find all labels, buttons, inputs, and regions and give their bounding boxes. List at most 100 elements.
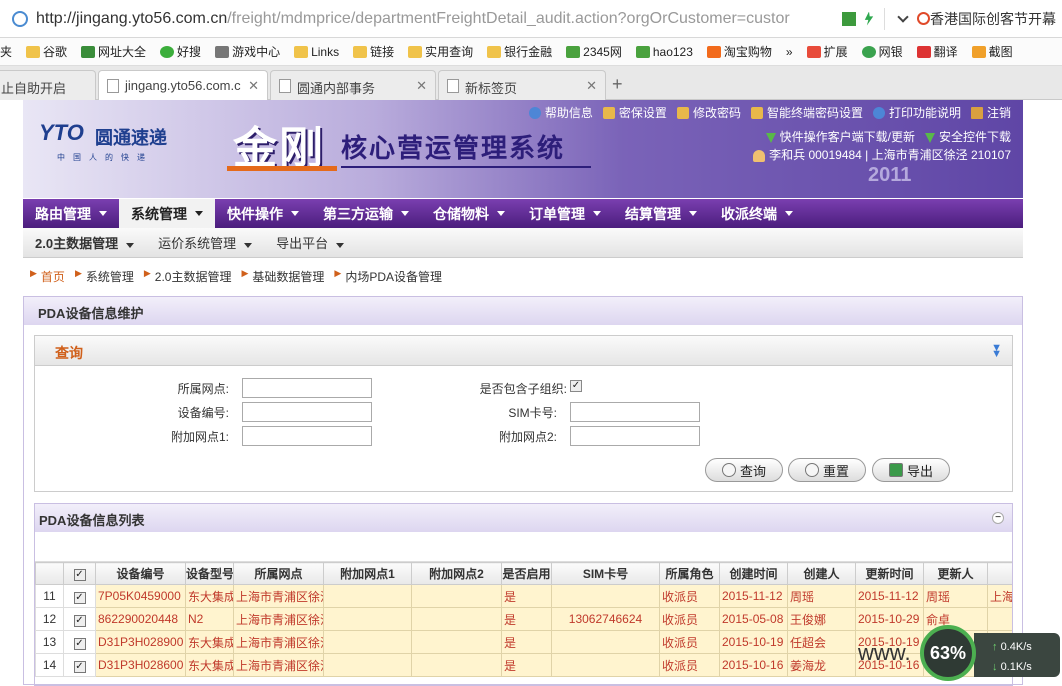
nav-warehouse[interactable]: 仓储物料 xyxy=(421,199,517,228)
column-header[interactable]: 附加网点1 xyxy=(323,562,412,585)
bookmark-item[interactable]: 网址大全 xyxy=(81,43,146,60)
subnav-master-data[interactable]: 2.0主数据管理 xyxy=(23,233,146,252)
nav-system[interactable]: 系统管理 xyxy=(119,199,215,228)
column-header[interactable]: 附加网点2 xyxy=(411,562,502,585)
search-box[interactable]: 香港国际创客节开幕 xyxy=(930,9,1060,29)
bookmark-item[interactable]: 实用查询 xyxy=(408,43,473,60)
column-header[interactable]: 设备型号 xyxy=(185,562,234,585)
column-header[interactable]: 创建时间 xyxy=(719,562,788,585)
breadcrumb-item[interactable]: 基础数据管理 xyxy=(252,268,324,285)
double-chevron-down-icon[interactable]: ▼ ▼ xyxy=(991,343,1002,360)
bookmark-item[interactable]: 夹 xyxy=(0,43,12,60)
change-password-link[interactable]: 修改密码 xyxy=(676,104,741,121)
column-header[interactable]: SIM卡号 xyxy=(551,562,660,585)
chevron-down-icon[interactable] xyxy=(897,10,909,23)
more-bookmarks-button[interactable]: » xyxy=(786,45,793,59)
close-icon[interactable]: ✕ xyxy=(586,78,597,94)
collapse-icon[interactable]: − xyxy=(992,512,1004,524)
column-header[interactable] xyxy=(987,562,1012,585)
close-icon[interactable]: ✕ xyxy=(416,78,427,94)
export-button[interactable]: 导出 xyxy=(872,458,950,482)
search-button[interactable]: 查询 xyxy=(705,458,783,482)
browser-tab[interactable]: 新标签页 ✕ xyxy=(438,70,606,100)
house-icon xyxy=(635,45,650,58)
search-icon[interactable] xyxy=(917,12,930,25)
bookmark-item[interactable]: 游戏中心 xyxy=(215,43,280,60)
compat-mode-icon[interactable] xyxy=(842,11,856,26)
row-checkbox[interactable]: ✓ xyxy=(73,614,86,627)
bookmark-item[interactable]: 扩展 xyxy=(806,43,848,60)
subnav-pricing[interactable]: 运价系统管理 xyxy=(146,233,264,252)
site-header: YTO 圆通速递 中国人的快递 金刚 核心营运管理系统 2011 帮助信息 密保… xyxy=(23,100,1023,198)
row-checkbox[interactable]: ✓ xyxy=(73,591,86,604)
arrow-right-icon: ▶ xyxy=(30,268,37,278)
site-2345-icon xyxy=(566,45,581,58)
print-help-link[interactable]: 打印功能说明 xyxy=(872,104,961,121)
column-header[interactable]: 所属网点 xyxy=(233,562,324,585)
breadcrumb-item[interactable]: 2.0主数据管理 xyxy=(155,268,232,285)
bookmark-item[interactable]: 网银 xyxy=(861,43,903,60)
table-row[interactable]: 12 ✓ 862290020448 N2 上海市青浦区徐泾 是 13062746… xyxy=(35,607,1012,631)
nav-routing[interactable]: 路由管理 xyxy=(23,199,119,228)
sub-nav: 2.0主数据管理 运价系统管理 导出平台 xyxy=(23,228,1023,258)
bookmark-item[interactable]: 银行金融 xyxy=(487,43,552,60)
new-tab-button[interactable]: + xyxy=(612,74,623,95)
memory-usage-ring[interactable]: 63% xyxy=(920,625,976,681)
nav-settlement[interactable]: 结算管理 xyxy=(613,199,709,228)
lightning-icon[interactable] xyxy=(864,11,874,26)
cell-site: 上海市青浦区徐泾 xyxy=(233,653,324,677)
reset-button[interactable]: 重置 xyxy=(788,458,866,482)
security-settings-link[interactable]: 密保设置 xyxy=(602,104,667,121)
extra-site2-input[interactable] xyxy=(570,426,700,446)
nav-express[interactable]: 快件操作 xyxy=(215,199,311,228)
help-link[interactable]: 帮助信息 xyxy=(528,104,593,121)
client-download-link[interactable]: 快件操作客户端下载/更新 xyxy=(765,128,915,145)
bookmark-item[interactable]: 好搜 xyxy=(160,43,201,60)
browser-tab[interactable]: 止自助开启 xyxy=(0,70,96,100)
nav-third-party[interactable]: 第三方运输 xyxy=(311,199,421,228)
extra-site1-input[interactable] xyxy=(242,426,372,446)
yto-logo[interactable]: YTO 圆通速递 中国人的快递 xyxy=(39,120,199,170)
column-header[interactable]: 更新时间 xyxy=(855,562,924,585)
select-all-checkbox[interactable]: ✓ xyxy=(73,569,86,581)
bookmark-item[interactable]: 链接 xyxy=(353,43,394,60)
browser-tab[interactable]: 圆通内部事务 ✕ xyxy=(270,70,436,100)
table-row[interactable]: 11 ✓ 7P05K0459000 东大集成 上海市青浦区徐泾 是 收派员 20… xyxy=(35,584,1012,608)
cell-created: 2015-10-19 xyxy=(719,630,788,654)
subnav-export[interactable]: 导出平台 xyxy=(264,233,356,252)
column-header[interactable]: 所属角色 xyxy=(659,562,720,585)
column-header[interactable]: 设备编号 xyxy=(95,562,186,585)
sim-input[interactable] xyxy=(570,402,700,422)
column-header[interactable]: 创建人 xyxy=(787,562,856,585)
control-download-link[interactable]: 安全控件下载 xyxy=(924,128,1011,145)
url-field[interactable]: http://jingang.yto56.com.cn/freight/mdmp… xyxy=(36,10,836,28)
logout-link[interactable]: 注销 xyxy=(970,104,1011,121)
bookmark-item[interactable]: 2345网 xyxy=(566,43,622,60)
cell-model: N2 xyxy=(185,607,234,631)
download-arrow-icon xyxy=(924,132,935,143)
device-no-input[interactable] xyxy=(242,402,372,422)
breadcrumb-item[interactable]: 系统管理 xyxy=(86,268,134,285)
bookmark-item[interactable]: 谷歌 xyxy=(26,43,67,60)
cell-created: 2015-05-08 xyxy=(719,607,788,631)
address-bar[interactable]: http://jingang.yto56.com.cn/freight/mdmp… xyxy=(0,0,1062,38)
nav-orders[interactable]: 订单管理 xyxy=(517,199,613,228)
query-header[interactable]: 查询 ▼ ▼ xyxy=(35,336,1012,366)
terminal-password-link[interactable]: 智能终端密码设置 xyxy=(750,104,863,121)
breadcrumb-home[interactable]: 首页 xyxy=(41,268,65,285)
bookmark-item[interactable]: 翻译 xyxy=(916,43,958,60)
row-checkbox[interactable]: ✓ xyxy=(73,637,86,650)
column-header[interactable]: 更新人 xyxy=(923,562,988,585)
close-icon[interactable]: ✕ xyxy=(248,78,259,94)
column-header[interactable]: 是否启用 xyxy=(501,562,552,585)
bookmark-item[interactable]: 淘宝购物 xyxy=(706,43,772,60)
nav-terminal[interactable]: 收派终端 xyxy=(709,199,805,228)
bookmark-item[interactable]: hao123 xyxy=(635,45,693,59)
browser-tab-active[interactable]: jingang.yto56.com.c ✕ xyxy=(98,70,268,101)
row-checkbox[interactable]: ✓ xyxy=(73,660,86,673)
bookmark-item[interactable]: 截图 xyxy=(971,43,1013,60)
bookmark-item[interactable]: Links xyxy=(294,45,339,59)
network-speed-widget[interactable]: ↑ 0.4K/s ↓ 0.1K/s 63% xyxy=(920,625,1062,685)
site-input[interactable] xyxy=(242,378,372,398)
include-sub-checkbox[interactable]: ✓ xyxy=(570,380,582,392)
